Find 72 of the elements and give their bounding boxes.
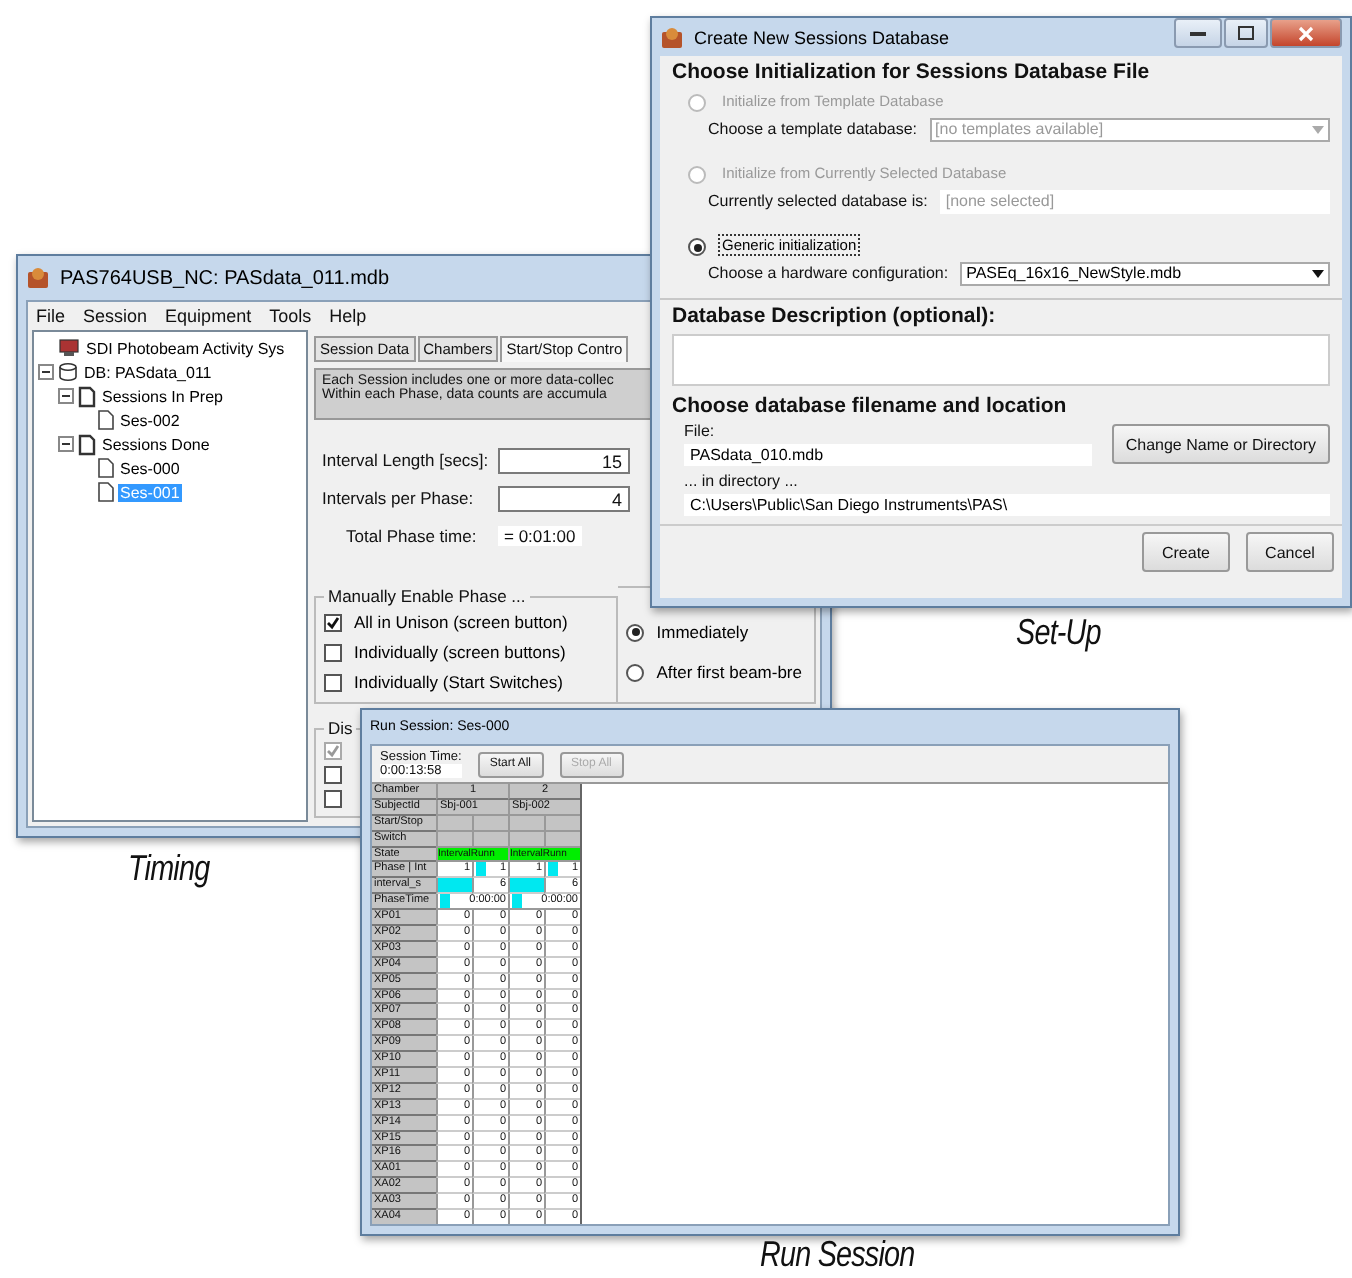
close-icon (1298, 25, 1314, 41)
tree-item[interactable]: DB: PASdata_011 (82, 363, 214, 381)
maximize-icon (1238, 26, 1254, 40)
radio-button[interactable] (626, 623, 645, 641)
dialog-button[interactable]: Create (1142, 532, 1230, 572)
window-title: PAS764USB_NC: PASdata_011.mdb (60, 267, 390, 289)
caption: Run Session (760, 1234, 915, 1276)
table-cell (508, 878, 544, 895)
menu-item[interactable]: File (36, 306, 66, 326)
tree-item[interactable]: Ses-002 (118, 411, 182, 429)
total-value: = 0:01:00 (498, 526, 582, 546)
computer-icon (58, 338, 80, 358)
window-title: Create New Sessions Database (694, 27, 950, 47)
checkbox[interactable] (324, 766, 342, 784)
number-field[interactable]: 4 (498, 485, 630, 511)
field-label: ... in directory ... (684, 472, 800, 490)
menu-item[interactable]: Equipment (165, 306, 252, 326)
field-label: Currently selected database is: (708, 192, 928, 210)
field-label: File: (684, 422, 717, 440)
group-title: Dis (326, 718, 355, 738)
field-label: Choose a template database: (708, 120, 918, 138)
minimize-icon (1190, 31, 1206, 35)
collapse-icon[interactable] (58, 436, 74, 452)
menu-item[interactable]: Session (83, 306, 148, 326)
description-field[interactable] (672, 334, 1330, 386)
caption: Set-Up (1016, 612, 1101, 654)
radio-button[interactable] (626, 663, 645, 681)
section-title: Choose database filename and location (672, 394, 1069, 418)
field-label: Total Phase time: (346, 526, 479, 546)
checkbox[interactable] (324, 613, 342, 631)
checkbox-label: Individually (screen buttons) (352, 640, 568, 664)
section-title: Choose Initialization for Sessions Database File (672, 60, 1152, 84)
radio-button[interactable] (688, 238, 706, 256)
number-field[interactable]: 15 (498, 447, 630, 473)
field-label: Choose a hardware configuration: (708, 264, 949, 282)
radio-label: After first beam-bre (654, 660, 804, 684)
maximize-button[interactable] (1224, 18, 1268, 48)
checkbox-label: All in Unison (screen button) (352, 610, 570, 634)
text-field[interactable]: C:\Users\Public\San Diego Instruments\PAS\ (684, 494, 1330, 516)
change-name-button[interactable]: Change Name or Directory (1111, 424, 1330, 464)
checkbox[interactable] (324, 790, 342, 808)
checkbox-label: Individually (Start Switches) (352, 670, 565, 694)
menu-item[interactable]: Help (329, 306, 367, 326)
text-field[interactable]: PASdata_010.mdb (684, 444, 1092, 466)
collapse-icon[interactable] (38, 364, 54, 380)
app-icon (26, 266, 50, 290)
app-icon (660, 25, 684, 49)
document-icon (98, 410, 114, 430)
tree-item[interactable]: Ses-000 (118, 459, 182, 477)
dialog-button[interactable]: Cancel (1246, 532, 1334, 572)
menu-item[interactable]: Tools (269, 306, 312, 326)
database-icon (58, 362, 78, 382)
caption: Timing (128, 848, 210, 890)
collapse-icon[interactable] (58, 388, 74, 404)
minimize-button[interactable] (1174, 18, 1222, 48)
tree-item[interactable]: Sessions Done (100, 435, 212, 453)
dropdown-arrow-icon (1312, 269, 1324, 277)
field-label: Interval Length [secs]: (322, 450, 491, 470)
table-cell (436, 878, 472, 895)
tree-item[interactable]: SDI Photobeam Activity Sys (84, 339, 287, 357)
checkbox[interactable] (324, 673, 342, 691)
close-button[interactable] (1270, 18, 1342, 48)
document-icon (78, 385, 96, 407)
document-icon (78, 433, 96, 455)
group-title: Manually Enable Phase ... (326, 586, 528, 606)
section-title: Database Description (optional): (672, 304, 998, 328)
checkbox[interactable] (324, 643, 342, 661)
field-label: Intervals per Phase: (322, 488, 476, 508)
dropdown-arrow-icon (1312, 125, 1324, 133)
tree-item[interactable]: Sessions In Prep (100, 387, 225, 405)
dropdown-field[interactable]: PASEq_16x16_NewStyle.mdb (960, 261, 1330, 285)
radio-label: Immediately (654, 620, 751, 644)
